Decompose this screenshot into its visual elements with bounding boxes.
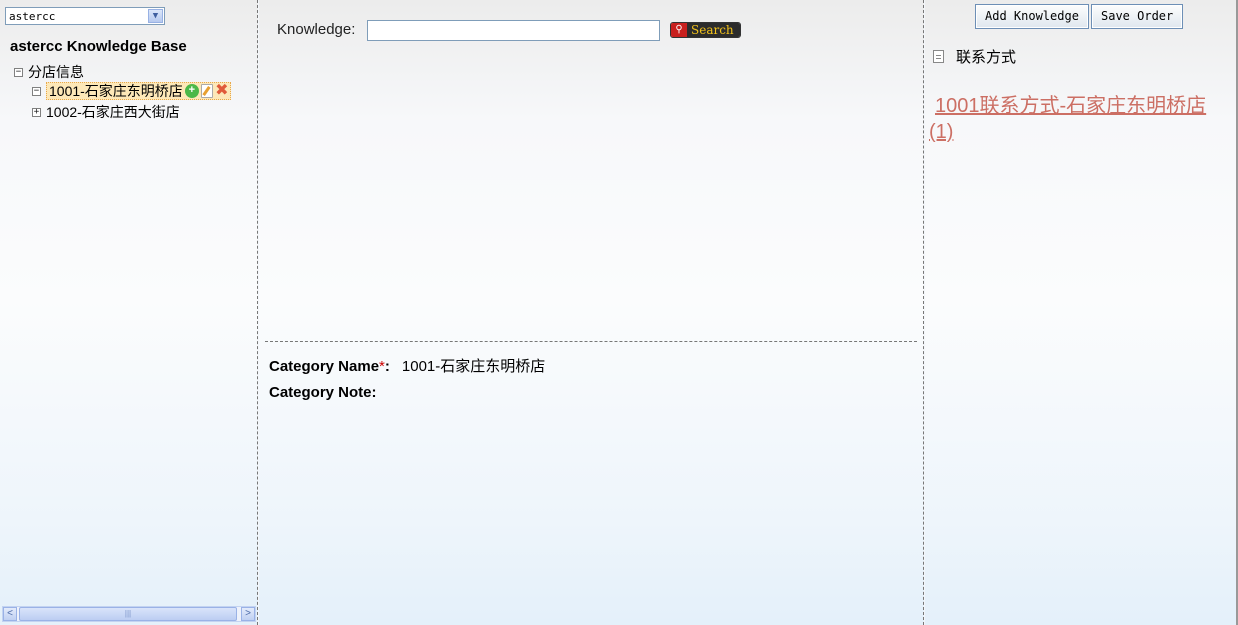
- edit-icon[interactable]: [200, 84, 213, 98]
- tree-node-label[interactable]: 1001-石家庄东明桥店: [49, 81, 183, 101]
- knowledge-list-panel: Add Knowledge Save Order 联系方式 1001联系方式-石…: [925, 0, 1238, 625]
- project-select[interactable]: astercc ▼: [5, 7, 165, 25]
- category-name-label: Category Name*:: [269, 358, 390, 375]
- scroll-right-icon[interactable]: >: [241, 607, 255, 621]
- knowledge-group-label[interactable]: 联系方式: [956, 46, 1016, 67]
- collapse-icon[interactable]: −: [14, 67, 23, 77]
- search-label: Knowledge:: [277, 21, 356, 38]
- category-note-label: Category Note:: [269, 384, 377, 401]
- section-divider: [265, 341, 917, 342]
- knowledge-panel: Knowledge: ⚲ Search Category Name*: 1001…: [259, 0, 924, 625]
- knowledge-search-input[interactable]: [367, 20, 660, 41]
- search-icon: ⚲: [671, 23, 687, 37]
- search-button[interactable]: ⚲ Search: [670, 22, 741, 38]
- add-knowledge-button[interactable]: Add Knowledge: [975, 4, 1089, 29]
- category-tree-panel: astercc ▼ astercc Knowledge Base − 分店信息 …: [0, 0, 258, 625]
- collapse-icon[interactable]: −: [32, 86, 41, 96]
- chevron-down-icon[interactable]: ▼: [148, 9, 163, 23]
- knowledge-group[interactable]: 联系方式: [933, 46, 1016, 67]
- horizontal-scrollbar[interactable]: < ||| >: [2, 606, 256, 622]
- document-icon: [933, 50, 944, 63]
- delete-icon[interactable]: ✖: [215, 83, 229, 99]
- project-select-value: astercc: [9, 10, 56, 23]
- scroll-left-icon[interactable]: <: [3, 607, 17, 621]
- knowledge-link[interactable]: 1001联系方式-石家庄东明桥店(1): [929, 93, 1219, 145]
- tree-node-root[interactable]: − 分店信息: [14, 63, 84, 81]
- tree-node-label[interactable]: 1002-石家庄西大街店: [46, 102, 180, 122]
- tree-node-1001[interactable]: − 1001-石家庄东明桥店 + ✖: [32, 82, 231, 100]
- kb-title: astercc Knowledge Base: [10, 38, 187, 55]
- scrollbar-thumb[interactable]: |||: [19, 607, 237, 621]
- category-note-row: Category Note:: [269, 384, 389, 401]
- tree-node-selected[interactable]: 1001-石家庄东明桥店 + ✖: [46, 82, 231, 100]
- tree-node-label[interactable]: 分店信息: [28, 62, 84, 82]
- search-button-label: Search: [687, 23, 740, 37]
- add-icon[interactable]: +: [184, 84, 199, 98]
- expand-icon[interactable]: +: [32, 107, 41, 117]
- category-name-value: 1001-石家庄东明桥店: [401, 358, 546, 375]
- save-order-button[interactable]: Save Order: [1091, 4, 1184, 29]
- tree-node-1002[interactable]: + 1002-石家庄西大街店: [32, 103, 180, 121]
- category-name-row: Category Name*: 1001-石家庄东明桥店: [269, 355, 545, 376]
